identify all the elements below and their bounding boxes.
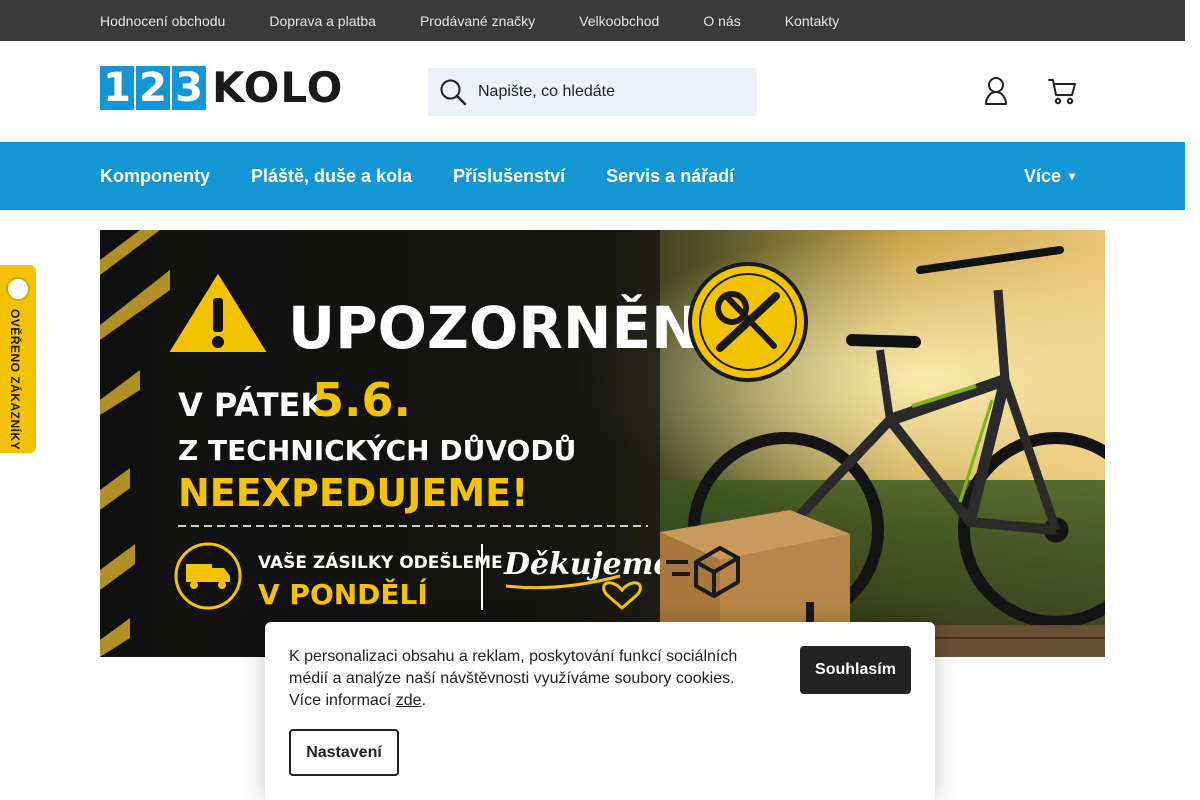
banner-line3: NEEXPEDUJEME! <box>178 471 528 515</box>
nav-item-komponenty[interactable]: Komponenty <box>100 166 210 187</box>
logo-word: KOLO <box>212 63 344 112</box>
search-input[interactable] <box>478 83 738 101</box>
cookie-message: K personalizaci obsahu a reklam, poskyto… <box>289 648 738 709</box>
search-bar <box>428 68 757 116</box>
banner-thanks: Děkujeme <box>503 547 672 582</box>
cookie-suffix: . <box>421 692 426 709</box>
hero-banner[interactable]: UPOZORNĚNÍ V PÁTEK 5.6. Z TECHNICKÝCH DŮ… <box>100 230 1105 657</box>
site-logo[interactable]: 1 2 3 KOLO <box>100 66 343 110</box>
cookie-consent-dialog: K personalizaci obsahu a reklam, poskyto… <box>265 622 935 800</box>
verified-badge[interactable]: OVĚŘENO ZÁKAZNÍKY <box>0 265 36 453</box>
verified-badge-label: OVĚŘENO ZÁKAZNÍKY <box>8 309 22 451</box>
logo-digit: 3 <box>172 66 206 110</box>
nav-item-plaste[interactable]: Pláště, duše a kola <box>251 166 412 187</box>
top-bar: Hodnocení obchodu Doprava a platba Prodá… <box>0 0 1185 41</box>
top-links: Hodnocení obchodu Doprava a platba Prodá… <box>0 0 1185 41</box>
top-link-doprava[interactable]: Doprava a platba <box>269 13 376 29</box>
banner-headline: UPOZORNĚNÍ <box>288 293 721 362</box>
chevron-down-icon: ▾ <box>1068 169 1075 183</box>
top-link-velkoobchod[interactable]: Velkoobchod <box>579 13 659 29</box>
banner-ship-line2: V PONDĚLÍ <box>258 577 428 611</box>
nav-more-button[interactable]: Více ▾ <box>1024 142 1075 210</box>
nav-item-servis[interactable]: Servis a nářadí <box>606 166 734 187</box>
cookie-settings-button[interactable]: Nastavení <box>289 729 399 776</box>
cart-icon[interactable] <box>1046 75 1078 107</box>
nav-item-prislusenstvi[interactable]: Příslušenství <box>453 166 565 187</box>
banner-line1-date: 5.6. <box>312 373 411 427</box>
banner-line1-prefix: V PÁTEK <box>178 386 326 424</box>
top-link-znacky[interactable]: Prodávané značky <box>420 13 535 29</box>
cookie-accept-button[interactable]: Souhlasím <box>800 646 911 694</box>
nav-list: Komponenty Pláště, duše a kola Příslušen… <box>0 142 1185 210</box>
cookie-more-info-link[interactable]: zde <box>396 692 422 709</box>
nav-more-label: Více <box>1023 165 1061 186</box>
user-icon[interactable] <box>980 75 1012 107</box>
tools-icon <box>688 262 808 382</box>
logo-digit: 2 <box>136 66 170 110</box>
header: 1 2 3 KOLO <box>0 41 1185 142</box>
seal-icon <box>6 277 30 301</box>
main-nav: Komponenty Pláště, duše a kola Příslušen… <box>0 142 1185 210</box>
banner-graphic: UPOZORNĚNÍ V PÁTEK 5.6. Z TECHNICKÝCH DŮ… <box>100 230 1105 657</box>
search-icon[interactable] <box>428 68 478 116</box>
logo-digit: 1 <box>100 66 134 110</box>
page: Hodnocení obchodu Doprava a platba Prodá… <box>0 0 1200 800</box>
top-link-kontakty[interactable]: Kontakty <box>785 13 839 29</box>
top-link-o-nas[interactable]: O nás <box>703 13 740 29</box>
banner-ship-line1: VAŠE ZÁSILKY ODEŠLEME <box>258 551 503 573</box>
cookie-text: K personalizaci obsahu a reklam, poskyto… <box>289 646 769 712</box>
top-link-hodnoceni[interactable]: Hodnocení obchodu <box>100 13 225 29</box>
banner-line2: Z TECHNICKÝCH DŮVODŮ <box>178 433 576 467</box>
